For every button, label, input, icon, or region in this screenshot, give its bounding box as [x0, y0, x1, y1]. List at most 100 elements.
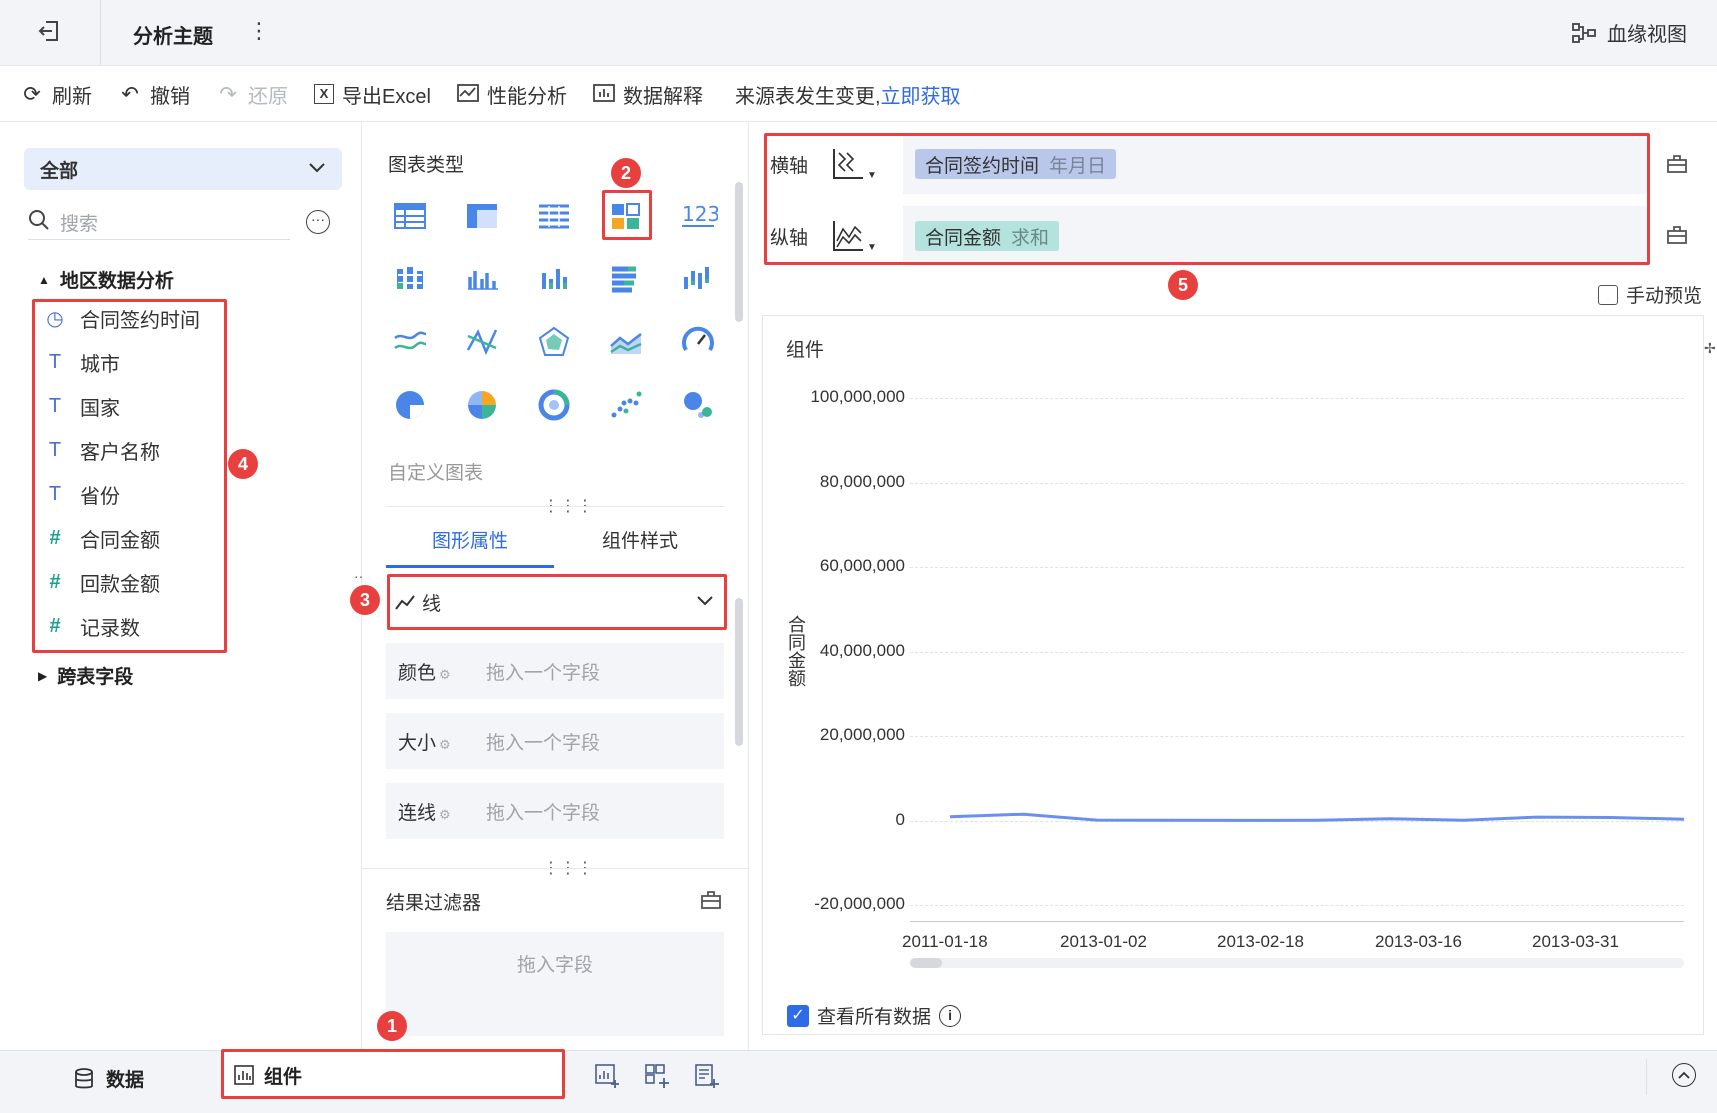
manual-preview-checkbox[interactable] — [1598, 284, 1618, 305]
refresh-icon: ⟳ — [23, 82, 41, 106]
result-filter-label: 结果过滤器 — [386, 893, 482, 914]
chart-title: 组件 — [786, 340, 825, 361]
table-icon[interactable] — [390, 196, 430, 236]
component-tab-highlight-box — [221, 1049, 565, 1099]
search-icon — [28, 209, 50, 237]
info-icon[interactable]: i — [939, 1004, 962, 1027]
lineage-icon — [1572, 22, 1596, 43]
refresh-button[interactable]: ⟳ 刷新 — [20, 66, 92, 122]
y-gridline — [910, 398, 1684, 399]
parallel-line-icon[interactable] — [462, 322, 502, 362]
scatter-icon[interactable] — [606, 385, 646, 425]
undo-button[interactable]: ↶ 撤销 — [118, 66, 190, 122]
notice-text: 来源表发生变更, — [735, 85, 881, 108]
tab-shape-properties[interactable]: 图形属性 — [386, 520, 554, 568]
pie-icon[interactable] — [390, 385, 430, 425]
gear-icon[interactable]: ⚙ — [439, 737, 451, 752]
scrollbar-thumb[interactable] — [910, 958, 942, 968]
y-gridline — [910, 651, 1684, 653]
bubble-icon[interactable] — [678, 385, 718, 425]
tab-data[interactable]: 数据 — [74, 1065, 144, 1092]
donut-icon[interactable] — [534, 385, 574, 425]
export-excel-button[interactable]: X 导出Excel — [314, 66, 431, 122]
lineage-view-button[interactable]: 血缘视图 — [1571, 18, 1687, 47]
data-explain-button[interactable]: 数据解释 — [593, 66, 703, 122]
y-gridline — [910, 905, 1684, 906]
manual-preview-label: 手动预览 — [1626, 286, 1703, 307]
chart-horizontal-scrollbar[interactable] — [910, 958, 1684, 968]
back-icon[interactable] — [36, 18, 66, 48]
waterfall-icon[interactable] — [678, 259, 718, 299]
cross-table-icon[interactable] — [462, 196, 502, 236]
axis-highlight-box — [764, 133, 1650, 265]
y-tick-label: 40,000,000 — [819, 640, 905, 660]
x-tick-label: 2013-03-31 — [1532, 932, 1619, 951]
panel-resize-icon[interactable]: ✢ — [1704, 340, 1716, 357]
y-gridline — [910, 736, 1684, 737]
area-icon[interactable] — [606, 322, 646, 362]
property-drop-row[interactable]: 颜色 ⚙ 拖入一个字段 — [386, 643, 724, 699]
fetch-now-link[interactable]: 立即获取 — [881, 80, 961, 109]
multi-bar-icon[interactable] — [462, 259, 502, 299]
props-scrollbar[interactable] — [735, 598, 743, 746]
manual-preview-toggle[interactable]: 手动预览 — [1598, 281, 1702, 308]
property-label: 颜色 ⚙ — [398, 662, 451, 684]
stacked-bar-icon[interactable] — [606, 259, 646, 299]
tab-component-style[interactable]: 组件样式 — [556, 520, 724, 568]
chart-type-label: 图表类型 — [388, 155, 465, 176]
table-dropdown-value: 全部 — [40, 160, 79, 182]
y-gridline — [910, 820, 1684, 822]
x-tick-label: 2013-02-18 — [1217, 932, 1304, 951]
more-options-icon[interactable]: ··· — [306, 210, 330, 234]
radar-icon[interactable] — [534, 322, 574, 362]
x-axis-toolbox-icon[interactable] — [1666, 154, 1688, 180]
y-gridline — [910, 482, 1684, 484]
annotation-badge-3: 3 — [350, 585, 380, 615]
kpi-number-icon[interactable]: 123 — [678, 196, 720, 236]
performance-analysis-button[interactable]: 性能分析 — [457, 66, 567, 122]
redo-icon: ↷ — [219, 82, 237, 106]
y-tick-label: 0 — [895, 809, 905, 829]
add-component-icon[interactable] — [594, 1063, 620, 1095]
redo-button[interactable]: ↷ 还原 — [216, 66, 288, 122]
y-axis-toolbox-icon[interactable] — [1666, 225, 1688, 251]
detail-table-icon[interactable] — [534, 196, 574, 236]
chart-types-scrollbar[interactable] — [735, 182, 743, 322]
grouped-bar-icon[interactable] — [390, 259, 430, 299]
more-menu-icon[interactable]: ⋮ — [248, 18, 270, 44]
add-dashboard-icon[interactable] — [644, 1063, 670, 1095]
property-label: 大小 ⚙ — [398, 732, 451, 754]
y-tick-label: 80,000,000 — [819, 471, 905, 491]
panel-collapse-handle[interactable]: ·· — [354, 568, 363, 584]
refresh-label: 刷新 — [52, 85, 92, 108]
filter-toolbox-icon[interactable] — [700, 890, 722, 916]
page-title: 分析主题 — [133, 26, 213, 48]
field-search[interactable]: 搜索 — [28, 206, 290, 240]
cross-table-toggle[interactable]: ▶ 跨表字段 — [38, 662, 133, 689]
property-placeholder: 拖入一个字段 — [486, 802, 601, 824]
top-bar: 分析主题 ⋮ 血缘视图 — [0, 0, 1717, 66]
add-report-icon[interactable] — [694, 1063, 720, 1095]
annotation-badge-1: 1 — [377, 1011, 407, 1041]
gear-icon[interactable]: ⚙ — [439, 667, 451, 682]
property-drop-row[interactable]: 大小 ⚙ 拖入一个字段 — [386, 713, 724, 769]
gauge-icon[interactable] — [678, 322, 718, 362]
gear-icon[interactable]: ⚙ — [439, 807, 451, 822]
mark-type-highlight-box — [387, 574, 727, 630]
undo-label: 撤销 — [150, 85, 190, 108]
property-drop-row[interactable]: 连线 ⚙ 拖入一个字段 — [386, 783, 724, 839]
table-dropdown[interactable]: 全部 — [24, 148, 342, 190]
multi-line-icon[interactable] — [390, 322, 430, 362]
filter-drop-zone[interactable]: 拖入字段 — [386, 932, 724, 1036]
rose-pie-icon[interactable] — [462, 385, 502, 425]
view-all-data-checkbox[interactable]: ✓ — [787, 1004, 809, 1027]
source-change-notice: 来源表发生变更, 立即获取 — [735, 66, 961, 122]
collapse-up-icon[interactable] — [1672, 1063, 1696, 1087]
caret-down-icon: ▲ — [38, 272, 50, 287]
bar-icon[interactable] — [534, 259, 574, 299]
property-placeholder: 拖入一个字段 — [486, 662, 601, 684]
divider — [362, 868, 749, 869]
cross-table-label: 跨表字段 — [57, 667, 134, 688]
view-all-data-toggle[interactable]: ✓ 查看所有数据 i — [787, 1002, 962, 1029]
group-toggle[interactable]: ▲ 地区数据分析 — [38, 266, 174, 293]
